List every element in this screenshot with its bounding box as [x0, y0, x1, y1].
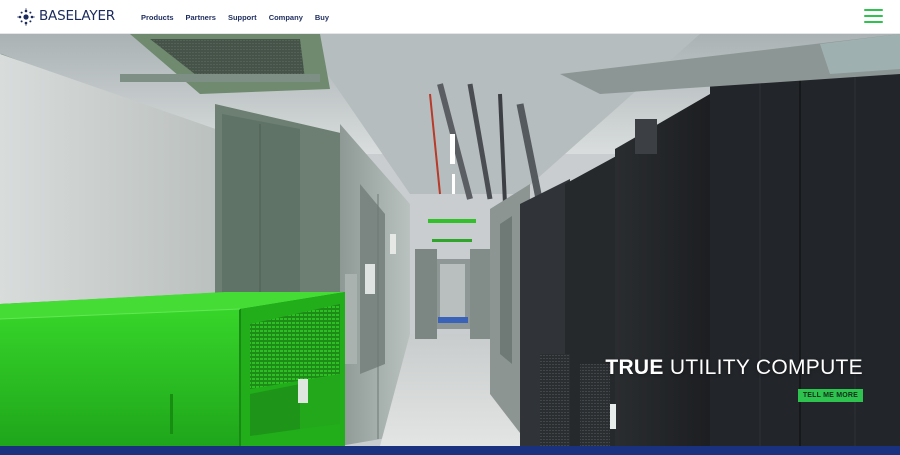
nav-item-support[interactable]: Support — [228, 12, 257, 22]
nav-item-buy[interactable]: Buy — [315, 12, 329, 22]
tell-me-more-button[interactable]: TELL ME MORE — [797, 389, 863, 402]
nav-item-products[interactable]: Products — [141, 12, 174, 22]
brand-logo-link[interactable]: BASELAYER — [17, 7, 115, 26]
data-center-corridor-photo — [0, 34, 900, 446]
site-header: BASELAYER Products Partners Support Comp… — [0, 0, 900, 34]
hero-title-light: UTILITY COMPUTE — [669, 356, 863, 379]
bottom-color-bar — [0, 446, 900, 455]
nav-item-partners[interactable]: Partners — [186, 12, 216, 22]
brand-name: BASELAYER — [39, 7, 115, 24]
dot-cluster-logo-icon — [17, 7, 35, 26]
nav-item-company[interactable]: Company — [269, 12, 303, 22]
hero-title-strong: TRUE — [605, 356, 664, 379]
hero-title: TRUE UTILITY COMPUTE — [605, 356, 863, 380]
hamburger-line — [864, 9, 883, 11]
main-nav: Products Partners Support Company Buy — [141, 12, 329, 22]
hamburger-menu-icon[interactable] — [864, 9, 883, 23]
hero-section: TRUE UTILITY COMPUTE TELL ME MORE — [0, 34, 900, 446]
hamburger-line — [864, 21, 883, 23]
hamburger-line — [864, 15, 883, 17]
